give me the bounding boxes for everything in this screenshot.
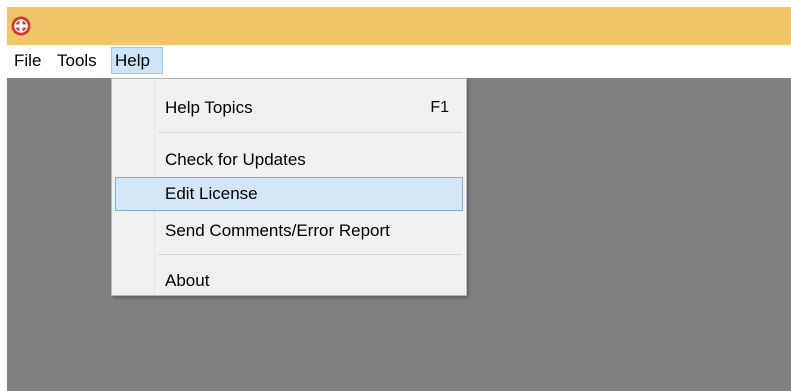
menu-item-label: Help Topics bbox=[165, 98, 253, 117]
menu-item-help-topics[interactable]: Help Topics F1 bbox=[115, 91, 463, 125]
menu-item-edit-license[interactable]: Edit License bbox=[115, 177, 463, 211]
menu-help[interactable]: Help bbox=[111, 47, 163, 74]
menu-item-label: Send Comments/Error Report bbox=[165, 221, 390, 240]
app-logo-icon[interactable] bbox=[11, 16, 31, 36]
menu-item-label: About bbox=[165, 271, 210, 290]
app-window: File Tools Help Help Topics F1 Check for… bbox=[7, 7, 791, 391]
menu-item-label: Check for Updates bbox=[165, 150, 306, 169]
menu-separator bbox=[158, 254, 462, 255]
menu-item-label: Edit License bbox=[165, 184, 258, 203]
help-dropdown-menu: Help Topics F1 Check for Updates Edit Li… bbox=[111, 78, 467, 296]
menu-item-about[interactable]: About bbox=[115, 264, 463, 298]
title-bar bbox=[7, 7, 791, 45]
menu-item-send-comments[interactable]: Send Comments/Error Report bbox=[115, 214, 463, 248]
menu-file[interactable]: File bbox=[11, 47, 44, 74]
menu-bar: File Tools Help bbox=[7, 45, 791, 78]
menu-item-check-for-updates[interactable]: Check for Updates bbox=[115, 143, 463, 177]
menu-tools[interactable]: Tools bbox=[54, 47, 100, 74]
menu-separator bbox=[158, 132, 462, 133]
menu-item-shortcut: F1 bbox=[430, 99, 449, 116]
